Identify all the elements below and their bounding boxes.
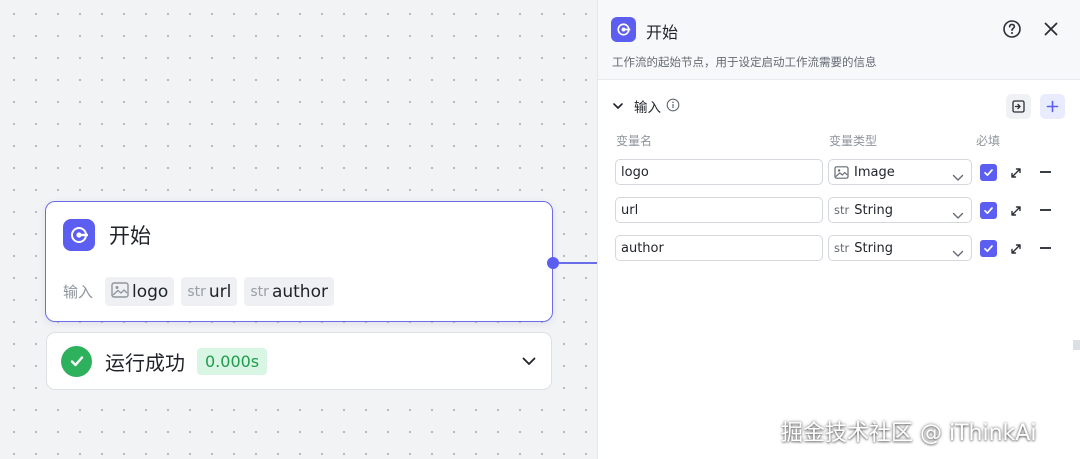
- string-type-icon: str: [187, 283, 206, 300]
- info-icon[interactable]: [666, 97, 680, 116]
- variable-type-label: String: [854, 240, 894, 256]
- variable-type-label: Image: [854, 164, 895, 180]
- add-variable-button[interactable]: [1040, 94, 1065, 119]
- image-icon: [834, 165, 849, 179]
- string-type-icon: str: [250, 283, 269, 300]
- variable-name-input[interactable]: [615, 159, 823, 185]
- start-node-icon: [63, 219, 95, 251]
- checkmark-icon: [984, 245, 993, 253]
- variable-type-select[interactable]: str String: [828, 197, 972, 223]
- chevron-down-icon[interactable]: [521, 353, 537, 373]
- variable-row: str String: [615, 197, 1067, 223]
- input-section-title: 输入: [634, 100, 661, 116]
- import-button[interactable]: [1006, 94, 1031, 119]
- variable-row: str String: [615, 235, 1067, 261]
- run-status-text: 运行成功: [105, 350, 185, 375]
- required-checkbox[interactable]: [980, 164, 997, 181]
- input-tag-url: str url: [181, 277, 238, 306]
- panel-scrollbar[interactable]: [1073, 340, 1080, 350]
- output-port-handle[interactable]: [547, 257, 559, 269]
- run-duration-badge: 0.000s: [197, 347, 268, 375]
- import-icon: [1012, 100, 1025, 113]
- variable-name-input[interactable]: [615, 197, 823, 223]
- run-status-card[interactable]: 运行成功 0.000s: [46, 332, 552, 390]
- remove-variable-button[interactable]: [1040, 247, 1051, 249]
- panel-description: 工作流的起始节点，用于设定启动工作流需要的信息: [612, 55, 877, 69]
- input-tag-name: logo: [132, 281, 169, 302]
- required-checkbox[interactable]: [980, 240, 997, 257]
- remove-variable-button[interactable]: [1040, 209, 1051, 211]
- expand-icon[interactable]: [1009, 165, 1023, 184]
- node-title: 开始: [109, 224, 151, 248]
- chevron-down-icon: [952, 168, 964, 187]
- checkmark-icon: [984, 207, 993, 215]
- help-icon[interactable]: [1002, 19, 1022, 43]
- close-icon[interactable]: [1041, 19, 1061, 43]
- node-inputs-label: 输入: [63, 283, 94, 301]
- string-type-icon: str: [834, 241, 850, 255]
- panel-header: 开始 工作流的起始节点，用于设定启动工作流需要的信息: [598, 0, 1080, 80]
- image-icon: [111, 281, 129, 302]
- watermark: 掘金技术社区 @ iThinkAi: [781, 421, 1037, 446]
- start-node-card[interactable]: 开始 输入 logo str url str author: [45, 201, 553, 322]
- string-type-icon: str: [834, 203, 850, 217]
- variable-type-select[interactable]: Image: [828, 159, 972, 185]
- input-tag-logo: logo: [105, 277, 175, 306]
- checkmark-icon: [984, 169, 993, 177]
- input-section-header[interactable]: 输入: [612, 96, 680, 116]
- connection-edge: [559, 262, 599, 264]
- column-header-name: 变量名: [616, 134, 653, 148]
- variable-type-select[interactable]: str String: [828, 235, 972, 261]
- start-node-icon: [611, 17, 636, 42]
- expand-icon[interactable]: [1009, 203, 1023, 222]
- chevron-down-icon: [952, 244, 964, 263]
- input-tag-name: author: [271, 281, 328, 302]
- variable-row: Image: [615, 159, 1067, 185]
- chevron-down-icon[interactable]: [612, 97, 624, 116]
- chevron-down-icon: [952, 206, 964, 225]
- required-checkbox[interactable]: [980, 202, 997, 219]
- success-check-icon: [61, 345, 92, 377]
- node-inputs: 输入 logo str url str author: [63, 277, 341, 306]
- plus-icon: [1046, 100, 1059, 113]
- node-config-panel: 开始 工作流的起始节点，用于设定启动工作流需要的信息 输入 变量名 变量类型 必…: [597, 0, 1080, 459]
- column-header-required: 必填: [976, 134, 1001, 148]
- column-header-type: 变量类型: [829, 134, 878, 148]
- input-tag-author: str author: [244, 277, 334, 306]
- node-header: 开始: [63, 219, 151, 251]
- panel-title: 开始: [646, 23, 679, 42]
- input-tag-name: url: [208, 281, 232, 302]
- variable-name-input[interactable]: [615, 235, 823, 261]
- remove-variable-button[interactable]: [1040, 171, 1051, 173]
- variable-type-label: String: [854, 202, 894, 218]
- expand-icon[interactable]: [1009, 241, 1023, 260]
